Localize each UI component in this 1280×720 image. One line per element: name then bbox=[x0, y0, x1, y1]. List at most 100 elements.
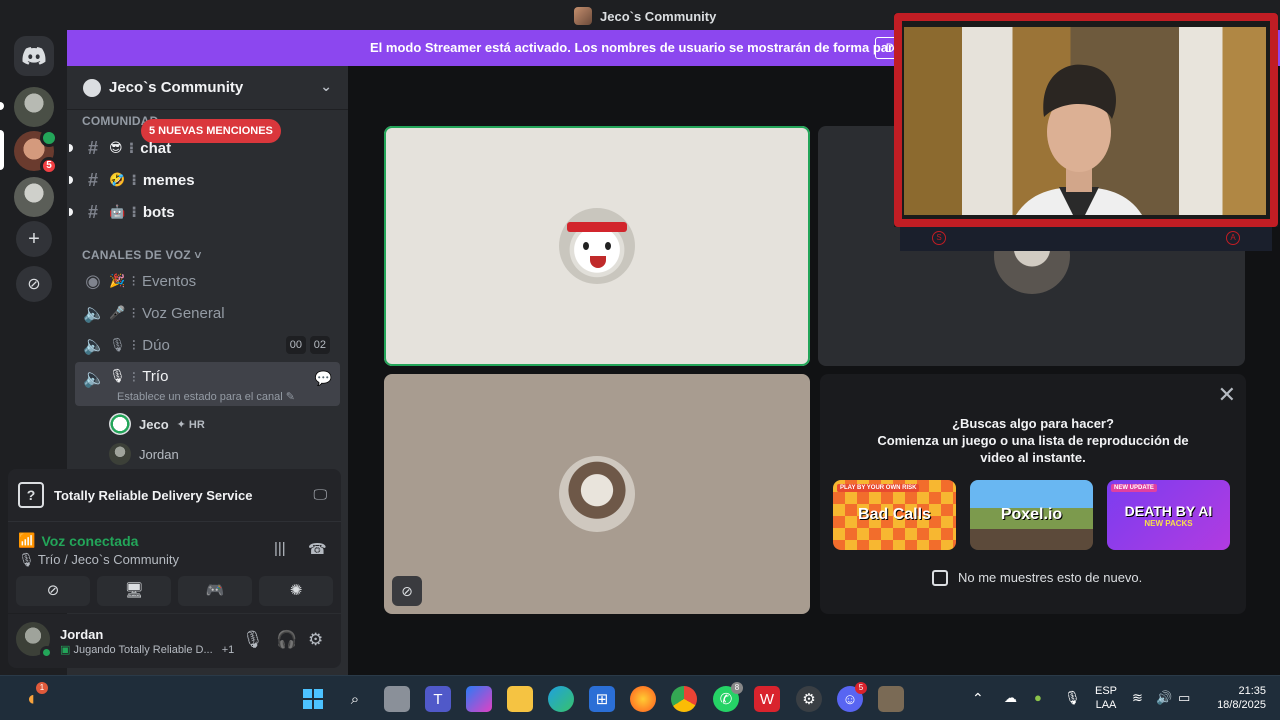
user-tag-text: HR bbox=[188, 418, 205, 431]
voice-channel-trio[interactable]: 🔈 🎙 ⁝ Trío Establece un estado para el c… bbox=[75, 362, 340, 406]
category-voice-label: CANALES DE VOZ bbox=[82, 248, 191, 262]
game-taskbar-icon[interactable] bbox=[878, 686, 904, 712]
firefox-icon[interactable] bbox=[630, 686, 656, 712]
channel-chat[interactable]: # 😎 ⁝ chat bbox=[69, 132, 340, 164]
camera-off-button[interactable]: ⊘ bbox=[16, 576, 90, 606]
share-screen-button[interactable]: 🖥 bbox=[97, 576, 171, 606]
noise-suppression-icon[interactable]: ||| bbox=[274, 540, 286, 557]
stream-game-icon[interactable]: 🖵 bbox=[314, 486, 328, 503]
discord-home-button[interactable] bbox=[14, 36, 54, 76]
whatsapp-icon[interactable]: ✆ 8 bbox=[713, 682, 743, 712]
open-chat-icon[interactable]: 💬 bbox=[315, 370, 332, 387]
chevron-down-icon: ⌄ bbox=[320, 78, 332, 94]
channel-name: Trío bbox=[142, 368, 169, 385]
microphone-icon[interactable]: 🎙 bbox=[242, 630, 264, 650]
chevron-down-icon: ˅ bbox=[194, 248, 202, 262]
voice-channel-duo[interactable]: 🔈 🎙 ⁝ Dúo 00 02 bbox=[75, 329, 340, 361]
server-header[interactable]: Jeco`s Community ⌄ bbox=[67, 66, 348, 110]
start-button[interactable] bbox=[300, 686, 326, 712]
channel-emoji: 😎 bbox=[109, 140, 123, 155]
activity-title: Bad Calls bbox=[858, 506, 931, 523]
steam-icon[interactable]: ⚙ bbox=[796, 686, 822, 712]
voice-user-jordan[interactable]: Jordan bbox=[109, 441, 179, 467]
cloud-icon[interactable]: ☁ bbox=[1004, 690, 1017, 706]
server-icon-jecos-community[interactable]: 5 bbox=[14, 129, 58, 175]
headphones-icon[interactable]: 🎧 bbox=[276, 630, 297, 650]
store-icon[interactable]: ⊞ bbox=[589, 686, 615, 712]
voice-status[interactable]: 📶 Voz conectada bbox=[18, 532, 138, 549]
disconnect-icon[interactable]: ☎ bbox=[308, 540, 327, 558]
category-voice[interactable]: CANALES DE VOZ ˅ bbox=[82, 248, 202, 262]
voice-connection-panel: 📶 Voz conectada 🎙 Trío / Jeco`s Communit… bbox=[8, 521, 341, 613]
server-icon-3[interactable] bbox=[14, 177, 54, 217]
channel-status-hint[interactable]: Establece un estado para el canal ✎ bbox=[117, 390, 295, 403]
chrome-icon[interactable] bbox=[671, 686, 697, 712]
activity-title: DEATH BY AI bbox=[1124, 502, 1213, 519]
webcam-overlay bbox=[894, 13, 1278, 227]
activity-title: Poxel.io bbox=[1000, 506, 1063, 523]
window-title-text: Jeco`s Community bbox=[600, 8, 717, 24]
channel-emoji: 🤣 bbox=[109, 172, 126, 187]
channel-bots[interactable]: # 🤖 ⁝ bots bbox=[69, 196, 340, 228]
voice-user-jeco[interactable]: Jeco ✦ HR bbox=[109, 411, 205, 437]
channel-emoji: 🎙 bbox=[109, 368, 126, 383]
channel-memes[interactable]: # 🤣 ⁝ memes bbox=[69, 164, 340, 196]
participant-tile-jordan[interactable]: ⊘ bbox=[384, 374, 810, 614]
server-icon-1[interactable] bbox=[14, 87, 54, 127]
add-server-button[interactable]: + bbox=[16, 221, 52, 257]
online-status-icon bbox=[40, 646, 53, 659]
search-icon[interactable]: ⌕ bbox=[342, 686, 368, 712]
activities-button[interactable]: 🎮 bbox=[178, 576, 252, 606]
close-icon[interactable]: ✕ bbox=[1218, 382, 1236, 408]
activity-card-death-by-ai[interactable]: NEW UPDATE DEATH BY AI NEW PACKS bbox=[1107, 480, 1230, 550]
discord-taskbar-icon[interactable]: ☺ 5 bbox=[837, 682, 867, 712]
current-activity-panel[interactable]: ? Totally Reliable Delivery Service 🖵 bbox=[8, 469, 341, 521]
wps-office-icon[interactable]: W bbox=[754, 686, 780, 712]
microphone-tray-icon[interactable]: 🎙 bbox=[1064, 690, 1081, 706]
hash-icon: # bbox=[87, 169, 98, 190]
voice-location[interactable]: 🎙 Trío / Jeco`s Community bbox=[18, 552, 179, 568]
battery-icon[interactable]: ▭ bbox=[1178, 690, 1190, 706]
task-view-icon[interactable] bbox=[384, 686, 410, 712]
webcam-frame-footer: S A bbox=[900, 227, 1272, 251]
app-tray-icon[interactable]: ● bbox=[1034, 690, 1042, 705]
voice-status-text: Voz conectada bbox=[41, 532, 139, 549]
language-indicator[interactable]: ESP LAA bbox=[1092, 684, 1120, 712]
language-code: ESP bbox=[1094, 685, 1117, 697]
soundboard-button[interactable]: ✺ bbox=[259, 576, 333, 606]
windows-taskbar: ◖ 1 ⌕ T ⊞ ✆ 8 W ⚙ ☺ 5 ⌃ ☁ ● 🎙 ESP LAA ≋ 🔊 ▭… bbox=[0, 675, 1280, 720]
chevron-up-icon[interactable]: ⌃ bbox=[972, 690, 984, 707]
user-status-extra: +1 bbox=[221, 644, 235, 656]
unread-indicator bbox=[69, 144, 73, 152]
voice-channel-eventos[interactable]: ◉ 🎉 ⁝ Eventos bbox=[75, 265, 340, 297]
compass-icon: ⊘ bbox=[27, 276, 41, 293]
file-explorer-icon[interactable] bbox=[507, 686, 533, 712]
hash-icon: # bbox=[87, 137, 98, 158]
wifi-icon[interactable]: ≋ bbox=[1132, 690, 1143, 706]
gear-icon[interactable]: ⚙ bbox=[308, 630, 323, 650]
video-off-icon: ⊘ bbox=[46, 582, 60, 599]
plus-icon: + bbox=[28, 227, 40, 250]
channel-emoji: 🎤 bbox=[109, 305, 126, 320]
voice-user-name: Jordan bbox=[139, 446, 179, 462]
suggestion-prompt: Comienza un juego o una lista de reprodu… bbox=[877, 433, 1189, 465]
voice-channel-voz-general[interactable]: 🔈 🎤 ⁝ Voz General bbox=[75, 297, 340, 329]
teams-icon[interactable]: T bbox=[425, 686, 451, 712]
user-tag: ✦ HR bbox=[176, 418, 205, 431]
activity-card-poxel[interactable]: Poxel.io bbox=[970, 480, 1093, 550]
user-count: 00 bbox=[285, 336, 306, 354]
avatar bbox=[109, 413, 131, 435]
widgets-icon[interactable]: ◖ 1 bbox=[18, 682, 48, 712]
notification-badge: 5 bbox=[855, 682, 867, 694]
notification-badge: 8 bbox=[731, 682, 743, 694]
participant-tile-jeco[interactable] bbox=[384, 126, 810, 366]
volume-icon[interactable]: 🔊 bbox=[1156, 690, 1172, 706]
explore-servers-button[interactable]: ⊘ bbox=[16, 266, 52, 302]
dont-show-checkbox[interactable] bbox=[932, 570, 948, 586]
clock[interactable]: 21:35 18/8/2025 bbox=[1206, 684, 1266, 712]
copilot-icon[interactable] bbox=[466, 686, 492, 712]
headband bbox=[567, 222, 627, 232]
activity-card-bad-calls[interactable]: PLAY BY YOUR OWN RISK Bad Calls bbox=[833, 480, 956, 550]
edge-icon[interactable] bbox=[548, 686, 574, 712]
windows-logo-icon bbox=[303, 689, 323, 709]
